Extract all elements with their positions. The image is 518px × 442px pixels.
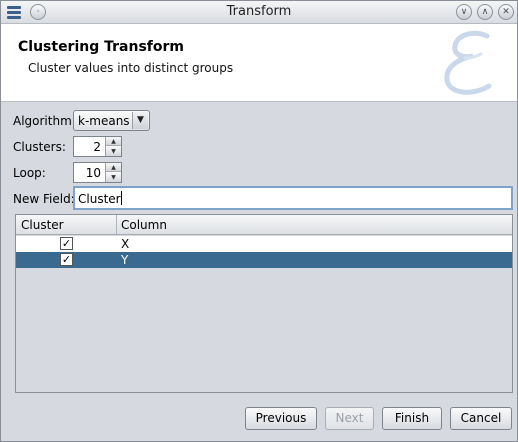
next-button[interactable]: Next [325,407,374,430]
wizard-header: Clustering Transform Cluster values into… [1,24,517,102]
loop-spin-buttons: ▲ ▼ [105,163,121,182]
table-row[interactable]: ✓ Y [16,252,512,268]
loop-label: Loop: [13,166,46,180]
clusters-label: Clusters: [13,140,66,154]
loop-spinner[interactable]: 10 ▲ ▼ [73,162,122,183]
script-e-logo [444,30,492,95]
clusters-value[interactable]: 2 [93,140,101,154]
previous-button[interactable]: Previous [245,407,317,430]
arrow-up-icon[interactable]: ▲ [106,137,121,146]
finish-button[interactable]: Finish [382,407,442,430]
transform-dialog: · Transform ∨ ∧ ✕ Clustering Transform C… [0,0,518,442]
window-title: Transform [226,4,292,19]
new-field-value: Cluster [78,192,121,206]
algorithm-combo[interactable]: k-means ▼ [73,110,150,131]
algorithm-value: k-means [78,114,130,128]
new-field-input[interactable]: Cluster [73,186,513,210]
maximize-button[interactable]: ∧ [477,4,493,20]
algorithm-label: Algorithm: [13,114,76,128]
text-caret [120,191,122,205]
cluster-checkbox[interactable]: ✓ [60,253,73,266]
header-column[interactable]: Column [121,218,167,232]
column-cell: Y [121,253,129,267]
header-divider[interactable] [116,215,117,235]
arrow-up-icon[interactable]: ▲ [106,163,121,172]
arrow-down-icon[interactable]: ▼ [106,147,121,156]
page-title: Clustering Transform [18,39,184,55]
minimize-button[interactable]: ∨ [456,4,472,20]
cancel-button[interactable]: Cancel [450,407,512,430]
triangle-down-icon[interactable]: ▼ [132,112,148,129]
new-field-label: New Field: [13,192,75,206]
clusters-spinner[interactable]: 2 ▲ ▼ [73,136,122,157]
column-table[interactable]: Cluster Column ✓ X ✓ Y [15,214,513,393]
column-cell: X [121,237,130,251]
arrow-down-icon[interactable]: ▼ [106,173,121,182]
page-subtitle: Cluster values into distinct groups [28,61,234,75]
table-row[interactable]: ✓ X [16,236,512,252]
close-button[interactable]: ✕ [498,4,514,20]
title-bar[interactable]: · Transform ∨ ∧ ✕ [1,1,517,24]
cluster-checkbox[interactable]: ✓ [60,237,73,250]
loop-value[interactable]: 10 [86,166,101,180]
header-cluster[interactable]: Cluster [21,218,64,232]
table-header: Cluster Column [16,215,512,235]
clusters-spin-buttons: ▲ ▼ [105,137,121,156]
